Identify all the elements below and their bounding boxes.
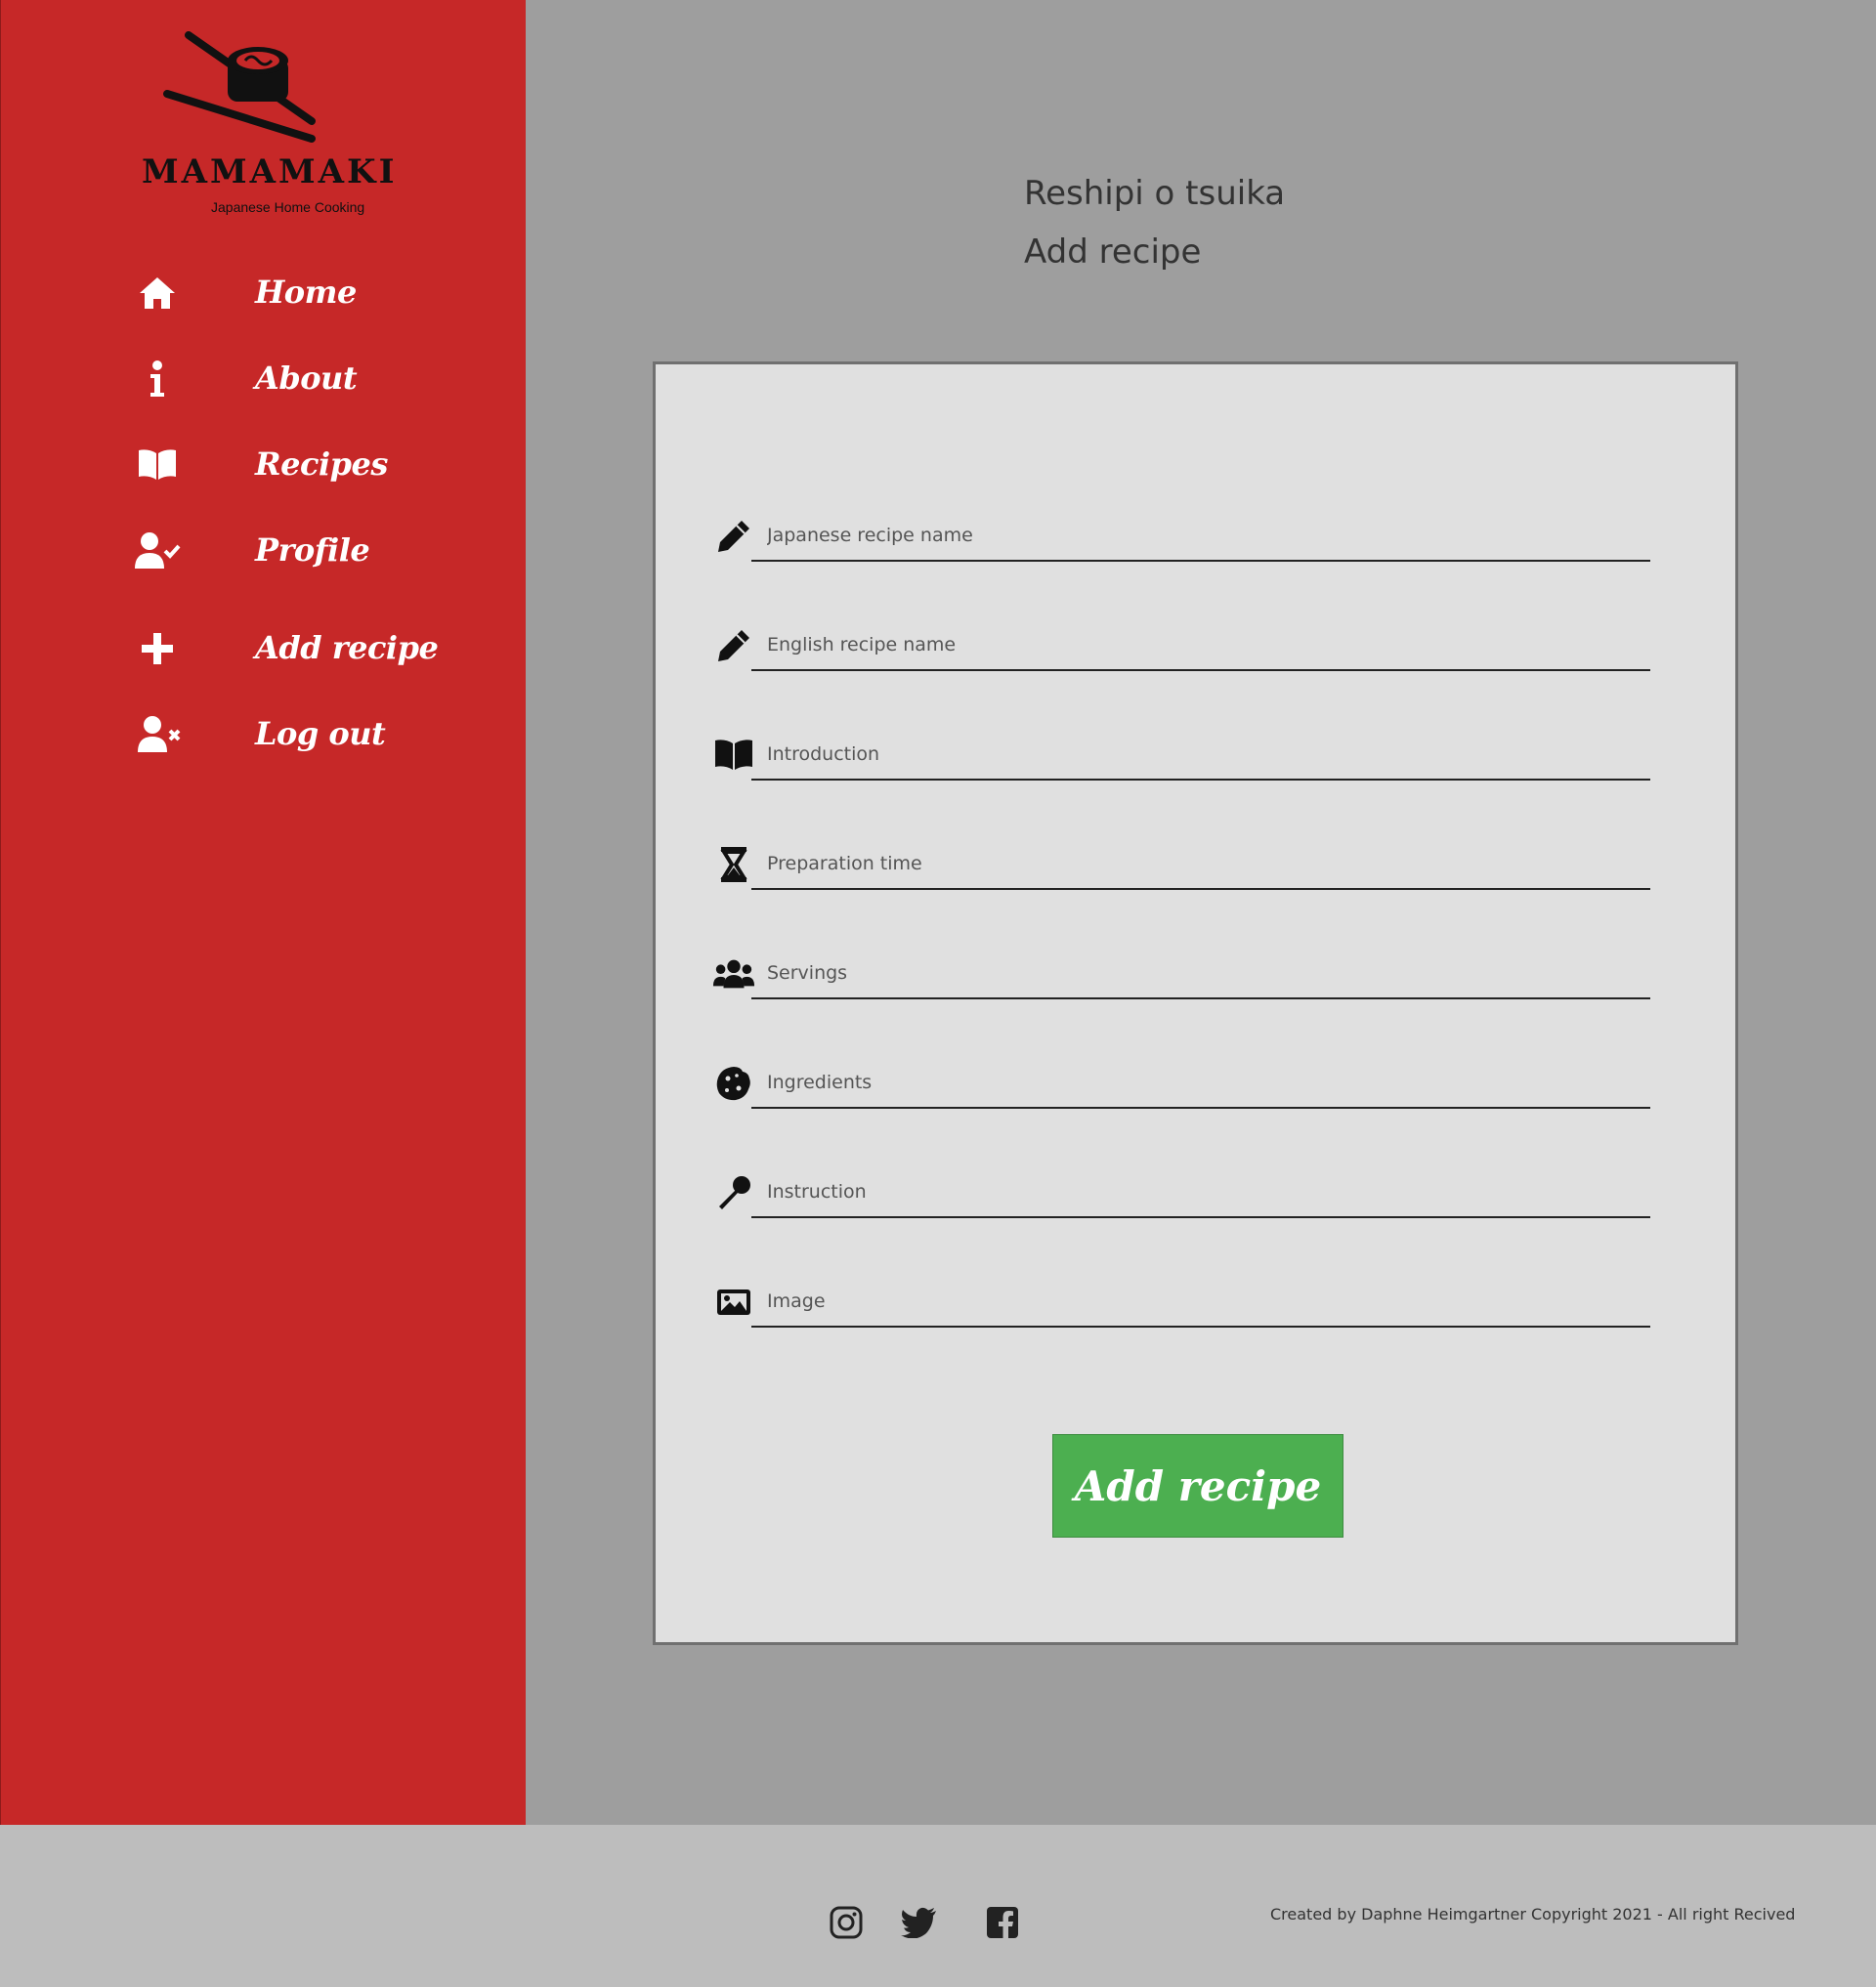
introduction-input[interactable]	[751, 730, 1650, 781]
users-icon	[712, 952, 755, 995]
nav-item-add-recipe[interactable]: Add recipe	[133, 619, 465, 678]
info-icon	[133, 358, 182, 401]
sushi-chopsticks-icon	[163, 31, 316, 143]
facebook-icon[interactable]	[983, 1903, 1022, 1942]
field-preparation-time	[712, 820, 1650, 908]
nav-item-about[interactable]: About	[133, 350, 465, 408]
nav-item-home[interactable]: Home	[133, 264, 465, 322]
instagram-icon[interactable]	[827, 1903, 866, 1942]
home-icon	[133, 272, 182, 315]
nav-label-about: About	[255, 359, 358, 397]
field-ingredients	[712, 1038, 1650, 1126]
field-image	[712, 1257, 1650, 1345]
nav-label-home: Home	[255, 274, 357, 311]
nav-label-add-recipe: Add recipe	[255, 629, 439, 666]
cookie-icon	[712, 1062, 755, 1105]
image-icon	[712, 1281, 755, 1324]
hourglass-icon	[712, 843, 755, 886]
nav-label-profile: Profile	[255, 531, 370, 569]
servings-input[interactable]	[751, 949, 1650, 999]
pencil-icon	[712, 624, 755, 667]
field-japanese-name	[712, 491, 1650, 579]
twitter-icon[interactable]	[899, 1903, 938, 1942]
field-english-name	[712, 601, 1650, 689]
spoon-icon	[712, 1171, 755, 1214]
logo[interactable]: MAMAMAKI Japanese Home Cooking	[138, 29, 395, 225]
footer: Created by Daphne Heimgartner Copyright …	[0, 1825, 1876, 1987]
ingredients-input[interactable]	[751, 1058, 1650, 1109]
image-input[interactable]	[751, 1277, 1650, 1328]
nav-item-logout[interactable]: Log out	[133, 705, 465, 764]
plus-icon	[133, 627, 182, 670]
sidebar: MAMAMAKI Japanese Home Cooking Home Abou…	[0, 0, 526, 1825]
instruction-input[interactable]	[751, 1167, 1650, 1218]
japanese-recipe-name-input[interactable]	[751, 511, 1650, 562]
add-recipe-form: Add recipe	[653, 361, 1738, 1645]
nav-label-recipes: Recipes	[255, 445, 388, 483]
book-icon	[133, 444, 182, 486]
field-introduction	[712, 710, 1650, 798]
english-recipe-name-input[interactable]	[751, 620, 1650, 671]
nav-item-recipes[interactable]: Recipes	[133, 436, 465, 494]
field-servings	[712, 929, 1650, 1017]
book-icon	[712, 734, 755, 777]
user-check-icon	[133, 529, 182, 572]
page-title-japanese: Reshipi o tsuika	[1024, 174, 1286, 213]
user-times-icon	[133, 713, 182, 756]
brand-name: MAMAMAKI	[142, 152, 398, 191]
nav-item-profile[interactable]: Profile	[133, 522, 465, 580]
page-title: Add recipe	[1024, 233, 1202, 272]
field-instruction	[712, 1148, 1650, 1236]
pencil-icon	[712, 515, 755, 558]
brand-tagline: Japanese Home Cooking	[211, 199, 365, 215]
nav-label-logout: Log out	[255, 715, 386, 752]
copyright-text: Created by Daphne Heimgartner Copyright …	[1270, 1905, 1796, 1924]
add-recipe-button[interactable]: Add recipe	[1052, 1434, 1343, 1538]
preparation-time-input[interactable]	[751, 839, 1650, 890]
